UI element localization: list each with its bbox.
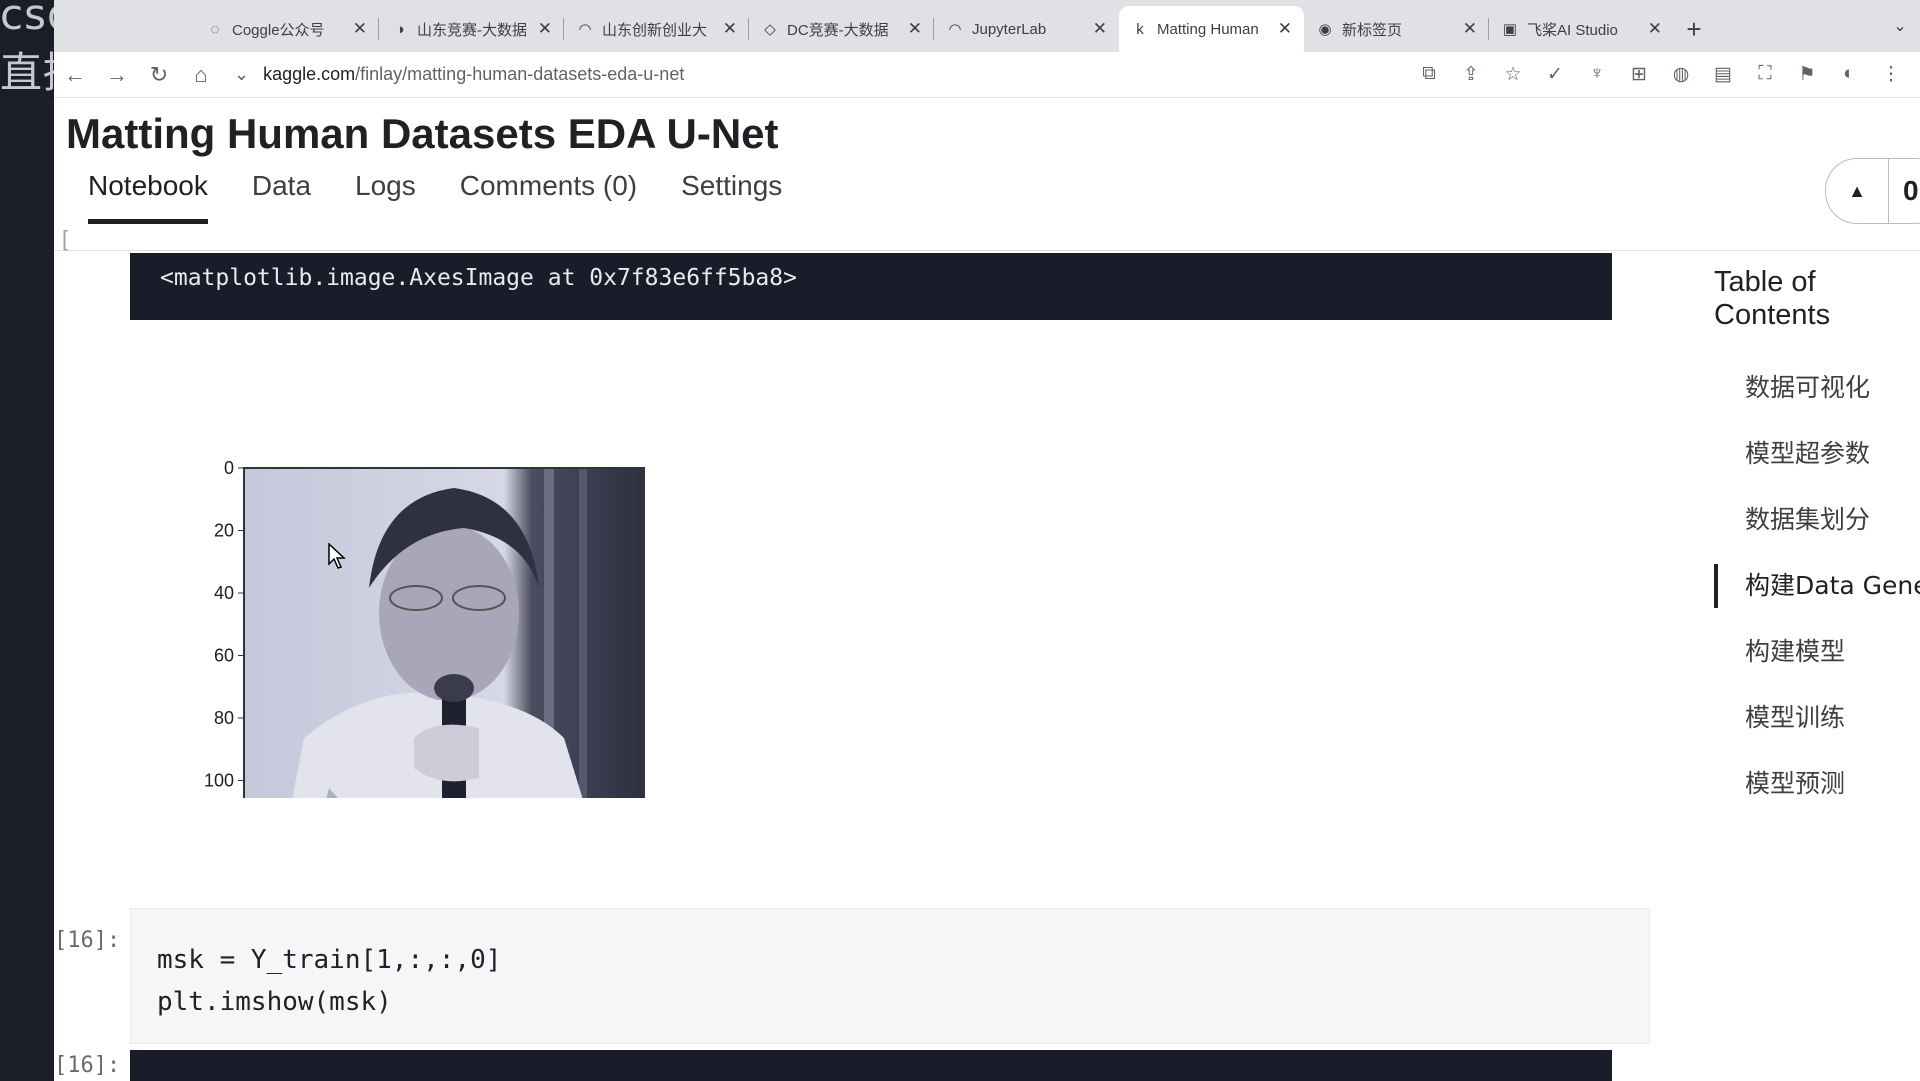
tab-notebook[interactable]: Notebook xyxy=(88,170,208,224)
loading-icon: ◠ xyxy=(578,21,592,38)
tab-bar: ◌ Coggle公众号 ✕ ◑ 山东竞赛-大数据 ✕ ◠ 山东创新创业大 ✕ ◇ DC竞赛-大… xyxy=(54,0,1920,52)
next-cell-prompt: [16]: xyxy=(54,1053,121,1078)
shield-icon: ◇ xyxy=(764,21,776,38)
more-menu-icon[interactable]: ⋮ xyxy=(1876,63,1906,86)
chrome-icon: ◉ xyxy=(1318,21,1332,38)
toc-item[interactable]: 构建模型 xyxy=(1714,632,1920,698)
cell-output: <matplotlib.image.AxesImage at 0x7f83e6f… xyxy=(130,253,1612,320)
tab-logs[interactable]: Logs xyxy=(355,170,416,224)
next-cell-output xyxy=(130,1050,1612,1081)
toc-item[interactable]: 模型训练 xyxy=(1714,698,1920,764)
cell-bracket: [ xyxy=(62,226,69,251)
book-extension-icon[interactable]: ▤ xyxy=(1708,63,1738,86)
forward-icon[interactable]: → xyxy=(96,62,138,88)
table-of-contents: Table of Contents 数据可视化 模型超参数 数据集划分 构建Da… xyxy=(1714,266,1920,830)
tab-comments[interactable]: Comments (0) xyxy=(460,170,637,224)
toc-item[interactable]: 数据集划分 xyxy=(1714,500,1920,566)
close-tab-icon[interactable]: ✕ xyxy=(538,19,552,39)
tab-3[interactable]: ◠ 山东创新创业大 ✕ xyxy=(564,6,749,52)
tab-search-icon[interactable]: ⌄ xyxy=(1880,0,1920,52)
grid-extension-icon[interactable]: ⊞ xyxy=(1624,63,1654,86)
toc-item-active[interactable]: 构建Data Generator xyxy=(1714,564,1920,632)
flag-extension-icon[interactable]: ⚑ xyxy=(1792,63,1822,86)
image-area xyxy=(243,467,645,869)
close-tab-icon[interactable]: ✕ xyxy=(353,19,367,39)
close-tab-icon[interactable]: ✕ xyxy=(1648,19,1662,39)
header-divider xyxy=(54,250,1920,251)
close-tab-icon[interactable]: ✕ xyxy=(1463,19,1477,39)
y-axis-ticks: 020406080100120 xyxy=(204,458,244,853)
tab-4[interactable]: ◇ DC竞赛-大数据 ✕ xyxy=(749,6,934,52)
tab-data[interactable]: Data xyxy=(252,170,311,224)
browser-window: ◌ Coggle公众号 ✕ ◑ 山东竞赛-大数据 ✕ ◠ 山东创新创业大 ✕ ◇ DC竞赛-大… xyxy=(54,0,1920,1081)
tab-8[interactable]: ▣ 飞桨AI Studio ✕ xyxy=(1489,6,1674,52)
check-circle-icon: ◌ xyxy=(210,20,220,38)
upvote-widget[interactable]: ▲ 0 xyxy=(1825,158,1920,224)
screenshot-extension-icon[interactable]: ⛶ xyxy=(1750,63,1780,86)
check-extension-icon[interactable]: ✓ xyxy=(1540,63,1570,86)
tab-6-active[interactable]: k Matting Human ✕ xyxy=(1119,6,1304,52)
back-icon[interactable]: ← xyxy=(54,62,96,88)
upvote-arrow-icon[interactable]: ▲ xyxy=(1826,181,1888,202)
microphone-head xyxy=(434,674,474,702)
mouse-cursor-icon xyxy=(328,542,346,574)
kaggle-page: Matting Human Datasets EDA U-Net Noteboo… xyxy=(54,98,1920,1081)
close-tab-icon[interactable]: ✕ xyxy=(1093,19,1107,39)
y-tick-label: 0 xyxy=(224,458,234,478)
curtain-fold xyxy=(579,468,587,868)
chevron-down-icon[interactable]: ⌄ xyxy=(234,64,249,85)
code-line-2: plt.imshow(msk) xyxy=(157,987,392,1017)
y-tick-label: 40 xyxy=(214,583,234,603)
toc-item[interactable]: 模型预测 xyxy=(1714,764,1920,830)
notebook-nav-tabs: Notebook Data Logs Comments (0) Settings xyxy=(88,170,782,224)
y-tick-label: 100 xyxy=(204,771,234,791)
url-field[interactable]: ⌄ kaggle.com/finlay/matting-human-datase… xyxy=(234,64,684,85)
toc-item[interactable]: 数据可视化 xyxy=(1714,368,1920,434)
close-tab-icon[interactable]: ✕ xyxy=(1278,19,1292,39)
address-bar: ← → ↻ ⌂ ⌄ kaggle.com/finlay/matting-huma… xyxy=(54,52,1920,98)
tab-1[interactable]: ◌ Coggle公众号 ✕ xyxy=(194,6,379,52)
pin-extension-icon[interactable]: ♆ xyxy=(1582,63,1612,86)
tab-5[interactable]: ◠ JupyterLab ✕ xyxy=(934,6,1119,52)
code-line-1: msk = Y_train[1,:,:,0] xyxy=(157,945,502,975)
plot-svg: 020406080100120 020406080100120 xyxy=(204,458,645,900)
cell-prompt: [16]: xyxy=(54,928,121,953)
close-tab-icon[interactable]: ✕ xyxy=(908,19,922,39)
home-icon[interactable]: ⌂ xyxy=(180,62,222,88)
imshow-plot: 020406080100120 020406080100120 xyxy=(134,358,654,900)
translate-icon[interactable]: ⧉ xyxy=(1414,63,1444,86)
extension-toolbar: ⧉ ⇪ ☆ ✓ ♆ ⊞ ◍ ▤ ⛶ ⚑ ◐ ⋮ xyxy=(1414,63,1920,86)
url-path: /finlay/matting-human-datasets-eda-u-net xyxy=(355,64,685,84)
dc-logo-icon: ◑ xyxy=(395,20,405,38)
vote-count: 0 xyxy=(1888,159,1919,223)
loading-icon: ◠ xyxy=(948,21,962,38)
new-tab-button[interactable]: + xyxy=(1674,6,1714,52)
tab-7[interactable]: ◉ 新标签页 ✕ xyxy=(1304,6,1489,52)
code-cell[interactable]: msk = Y_train[1,:,:,0] plt.imshow(msk) xyxy=(130,908,1650,1044)
y-tick-label: 20 xyxy=(214,521,234,541)
hand-shape xyxy=(414,724,479,782)
y-tick-label: 80 xyxy=(214,708,234,728)
tab-2[interactable]: ◑ 山东竞赛-大数据 ✕ xyxy=(379,6,564,52)
page-title: Matting Human Datasets EDA U-Net xyxy=(66,110,779,157)
share-icon[interactable]: ⇪ xyxy=(1456,63,1486,86)
paddle-icon: ▣ xyxy=(1502,21,1518,38)
url-domain: kaggle.com xyxy=(263,64,356,84)
close-tab-icon[interactable]: ✕ xyxy=(723,19,737,39)
circle-extension-icon[interactable]: ◍ xyxy=(1666,63,1696,86)
y-tick-label: 60 xyxy=(214,646,234,666)
left-strip: csdn 直播 xyxy=(0,0,101,1080)
profile-icon[interactable]: ◐ xyxy=(1834,63,1864,86)
tab-settings[interactable]: Settings xyxy=(681,170,782,224)
star-icon[interactable]: ☆ xyxy=(1498,63,1528,86)
reload-icon[interactable]: ↻ xyxy=(138,62,180,88)
toc-item[interactable]: 模型超参数 xyxy=(1714,434,1920,500)
kaggle-icon: k xyxy=(1136,20,1144,38)
toc-title: Table of Contents xyxy=(1714,266,1831,331)
